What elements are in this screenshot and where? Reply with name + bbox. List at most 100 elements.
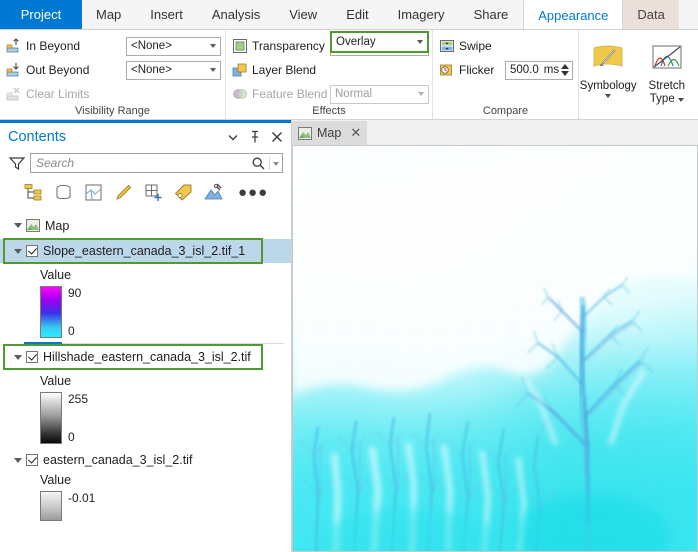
feature-blend-row: Feature Blend Normal — [226, 82, 432, 106]
filter-icon[interactable] — [8, 155, 26, 171]
map-canvas[interactable] — [292, 145, 698, 552]
layer-name-slope: Slope_eastern_canada_3_isl_2.tif_1 — [43, 244, 246, 258]
flicker-duration-stepper[interactable]: 500.0 ms — [505, 60, 573, 80]
search-icon[interactable] — [251, 156, 266, 174]
layer-visibility-checkbox[interactable] — [26, 351, 38, 363]
visibility-range-group-title: Visibility Range — [74, 105, 150, 117]
chevron-down-icon[interactable] — [605, 94, 612, 98]
symbology-button[interactable]: Symbology — [579, 38, 638, 119]
terrain-raster-image — [292, 145, 698, 552]
search-divider — [269, 157, 270, 170]
legend-min-slope: 0 — [68, 324, 75, 338]
tab-project[interactable]: Project — [0, 0, 82, 29]
map-tab-bar: Map ✕ — [292, 120, 698, 145]
tab-insert[interactable]: Insert — [136, 0, 198, 29]
flicker-row: Flicker 500.0 ms — [433, 58, 578, 82]
out-beyond-dropdown[interactable]: <None> — [126, 60, 221, 80]
list-by-editing-icon[interactable] — [114, 183, 133, 202]
ribbon: In Beyond <None> Out Beyond <None> Clear… — [0, 30, 698, 120]
swipe-row[interactable]: Swipe — [433, 34, 578, 58]
ribbon-group-compare: Swipe Flicker 500.0 ms Compare — [432, 30, 578, 119]
contents-view-toolbar: ●●● — [0, 176, 291, 208]
flicker-spinner[interactable] — [560, 63, 569, 77]
close-icon[interactable]: ✕ — [350, 125, 361, 141]
search-options-chevron-down-icon[interactable] — [273, 162, 279, 166]
map-view-container: Map ✕ — [292, 120, 698, 552]
flicker-label: Flicker — [459, 63, 495, 77]
in-beyond-dropdown[interactable]: <None> — [126, 36, 221, 56]
legend-title-slope: Value — [40, 268, 72, 282]
stretch-type-label-line2: Type — [649, 93, 675, 105]
map-view-tab[interactable]: Map ✕ — [292, 121, 368, 145]
list-by-data-source-icon[interactable] — [54, 183, 73, 202]
expand-arrow-icon[interactable] — [14, 223, 22, 228]
swipe-icon — [439, 38, 455, 54]
pane-menu-chevron-down-icon[interactable] — [225, 129, 241, 145]
symbology-label: Symbology — [579, 80, 637, 92]
pin-icon[interactable] — [247, 129, 263, 145]
stretch-type-icon — [650, 44, 684, 80]
clear-limits-row[interactable]: Clear Limits — [0, 82, 225, 106]
tab-edit[interactable]: Edit — [332, 0, 384, 29]
layer-visibility-checkbox[interactable] — [26, 245, 38, 257]
tab-bar-filler — [679, 0, 698, 29]
list-by-snapping-icon[interactable] — [144, 183, 163, 202]
layer-visibility-checkbox[interactable] — [26, 454, 38, 466]
layer-blend-value: Overlay — [336, 36, 376, 48]
tab-analysis[interactable]: Analysis — [197, 0, 276, 29]
out-beyond-icon — [6, 62, 22, 78]
tab-appearance[interactable]: Appearance — [523, 0, 624, 29]
legend-hillshade: Value 255 0 — [0, 374, 291, 444]
tree-node-map[interactable]: Map — [0, 216, 291, 235]
effects-group-title: Effects — [312, 105, 346, 117]
tab-map[interactable]: Map — [82, 0, 137, 29]
search-placeholder: Search — [36, 156, 75, 170]
out-beyond-label: Out Beyond — [26, 63, 90, 77]
layer-row-eastern-canada[interactable]: eastern_canada_3_isl_2.tif — [0, 450, 291, 470]
clear-limits-label: Clear Limits — [26, 87, 90, 101]
color-ramp-eastern-canada — [40, 491, 62, 521]
layer-blend-dropdown[interactable]: Overlay — [330, 31, 429, 53]
swipe-label: Swipe — [459, 39, 492, 53]
transparency-icon — [232, 38, 248, 54]
layer-name-eastern-canada: eastern_canada_3_isl_2.tif — [43, 453, 193, 467]
tab-data[interactable]: Data — [623, 0, 680, 29]
search-input[interactable]: Search — [30, 153, 283, 173]
flicker-value: 500.0 — [510, 64, 539, 76]
stretch-type-button[interactable]: Stretch Type — [638, 38, 697, 119]
layer-row-slope[interactable]: Slope_eastern_canada_3_isl_2.tif_1 — [0, 239, 291, 263]
list-by-drawing-order-icon[interactable] — [24, 183, 43, 202]
legend-max-eastern-canada: -0.01 — [68, 491, 96, 505]
stretch-type-label-line1: Stretch — [648, 80, 685, 92]
tab-view[interactable]: View — [275, 0, 333, 29]
color-ramp-slope — [40, 286, 62, 338]
list-by-labeling-icon[interactable] — [174, 183, 193, 202]
expand-arrow-icon[interactable] — [14, 457, 22, 463]
map-icon — [298, 126, 312, 140]
more-options-icon[interactable]: ●●● — [238, 184, 268, 201]
close-icon[interactable] — [269, 129, 285, 145]
in-beyond-label: In Beyond — [26, 39, 81, 53]
expand-arrow-icon[interactable] — [14, 248, 22, 254]
contents-pane-header: Contents — [0, 123, 291, 150]
layer-name-hillshade: Hillshade_eastern_canada_3_isl_2.tif — [43, 350, 251, 364]
layer-row-hillshade[interactable]: Hillshade_eastern_canada_3_isl_2.tif — [0, 345, 291, 369]
ribbon-tab-bar: Project Map Insert Analysis View Edit Im… — [0, 0, 698, 30]
expand-arrow-icon[interactable] — [14, 354, 22, 360]
feature-blend-icon — [232, 86, 248, 102]
legend-title-eastern-canada: Value — [40, 473, 72, 487]
map-icon — [26, 219, 40, 232]
compare-group-title: Compare — [482, 105, 529, 117]
chevron-down-icon[interactable] — [677, 97, 684, 102]
legend-title-hillshade: Value — [40, 374, 72, 388]
feature-blend-dropdown[interactable]: Normal — [330, 84, 429, 104]
in-beyond-icon — [6, 38, 22, 54]
layer-blend-icon — [232, 62, 248, 78]
out-beyond-value: <None> — [131, 64, 172, 76]
list-by-range-icon[interactable] — [204, 183, 223, 202]
tab-share[interactable]: Share — [459, 0, 524, 29]
layer-blend-label: Layer Blend — [252, 63, 317, 77]
chevron-down-icon — [418, 92, 424, 96]
tab-imagery[interactable]: Imagery — [383, 0, 460, 29]
list-by-selection-icon[interactable] — [84, 183, 103, 202]
